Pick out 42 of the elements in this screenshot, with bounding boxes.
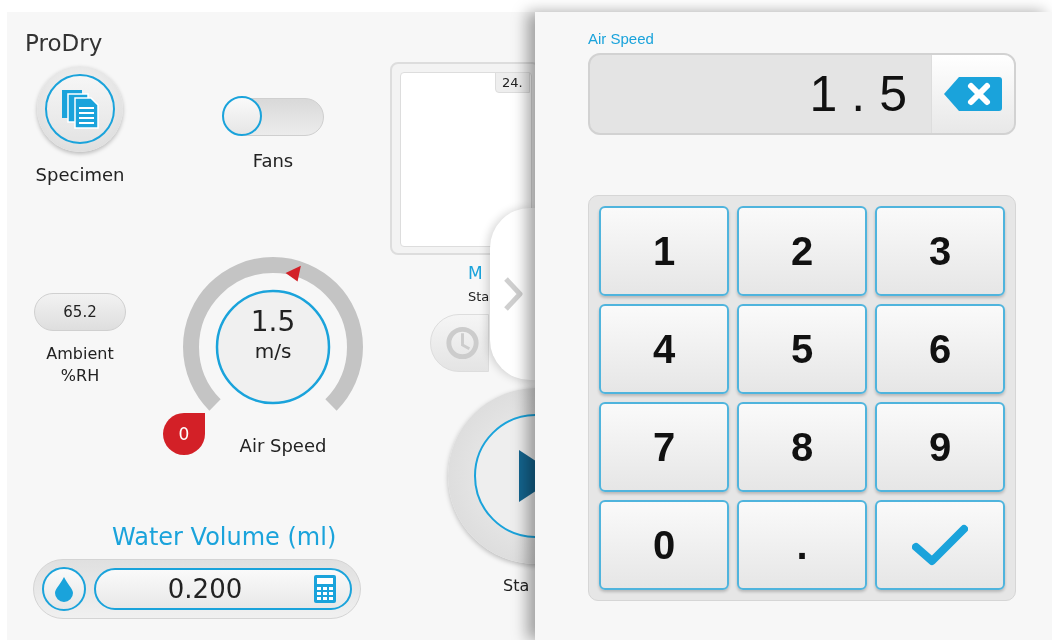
keypad-key[interactable]: 0 <box>599 500 729 590</box>
keypad-key[interactable]: 3 <box>875 206 1005 296</box>
fans-label: Fans <box>252 150 294 171</box>
keypad-key[interactable]: 1 <box>599 206 729 296</box>
chevron-right-icon <box>501 276 524 312</box>
drop-icon <box>54 576 74 602</box>
water-button[interactable] <box>42 567 86 611</box>
confirm-key[interactable] <box>875 500 1005 590</box>
ambient-label: Ambient %RH <box>45 343 115 387</box>
mode-status: Sta <box>468 289 491 304</box>
specimen-button[interactable] <box>37 66 123 152</box>
minimum-badge: 0 <box>163 413 205 455</box>
water-volume-field[interactable]: 0.200 <box>94 568 352 610</box>
keypad-key[interactable]: 8 <box>737 402 867 492</box>
keypad-key[interactable]: 5 <box>737 304 867 394</box>
keypad-title: Air Speed <box>588 30 655 47</box>
keypad-key[interactable]: 2 <box>737 206 867 296</box>
calculator-icon <box>314 575 336 603</box>
app-title: ProDry <box>25 30 103 56</box>
keypad-display-value: 1.5 <box>808 65 922 124</box>
ambient-value: 65.2 <box>34 293 126 331</box>
air-speed-value: 1.5 <box>249 307 297 337</box>
keypad-key[interactable]: 4 <box>599 304 729 394</box>
keypad-key[interactable]: . <box>737 500 867 590</box>
keypad-key[interactable]: 6 <box>875 304 1005 394</box>
keypad-key[interactable]: 9 <box>875 402 1005 492</box>
backspace-button[interactable] <box>931 55 1014 133</box>
water-volume-title: Water Volume (ml) <box>112 523 337 551</box>
backspace-icon <box>943 75 1003 113</box>
reset-button[interactable] <box>430 314 489 372</box>
mode-title: M <box>468 263 484 283</box>
gauge-pointer[interactable] <box>285 265 301 282</box>
keypad-key[interactable]: 7 <box>599 402 729 492</box>
water-volume-value: 0.200 <box>166 574 244 604</box>
start-label: Sta <box>503 576 531 595</box>
checkmark-icon <box>912 523 968 567</box>
documents-icon <box>60 88 100 130</box>
air-speed-label: Air Speed <box>238 435 327 456</box>
air-speed-unit: m/s <box>253 339 293 363</box>
drawer-handle[interactable] <box>490 208 535 380</box>
fans-toggle[interactable] <box>222 96 324 138</box>
specimen-label: Specimen <box>35 164 125 185</box>
